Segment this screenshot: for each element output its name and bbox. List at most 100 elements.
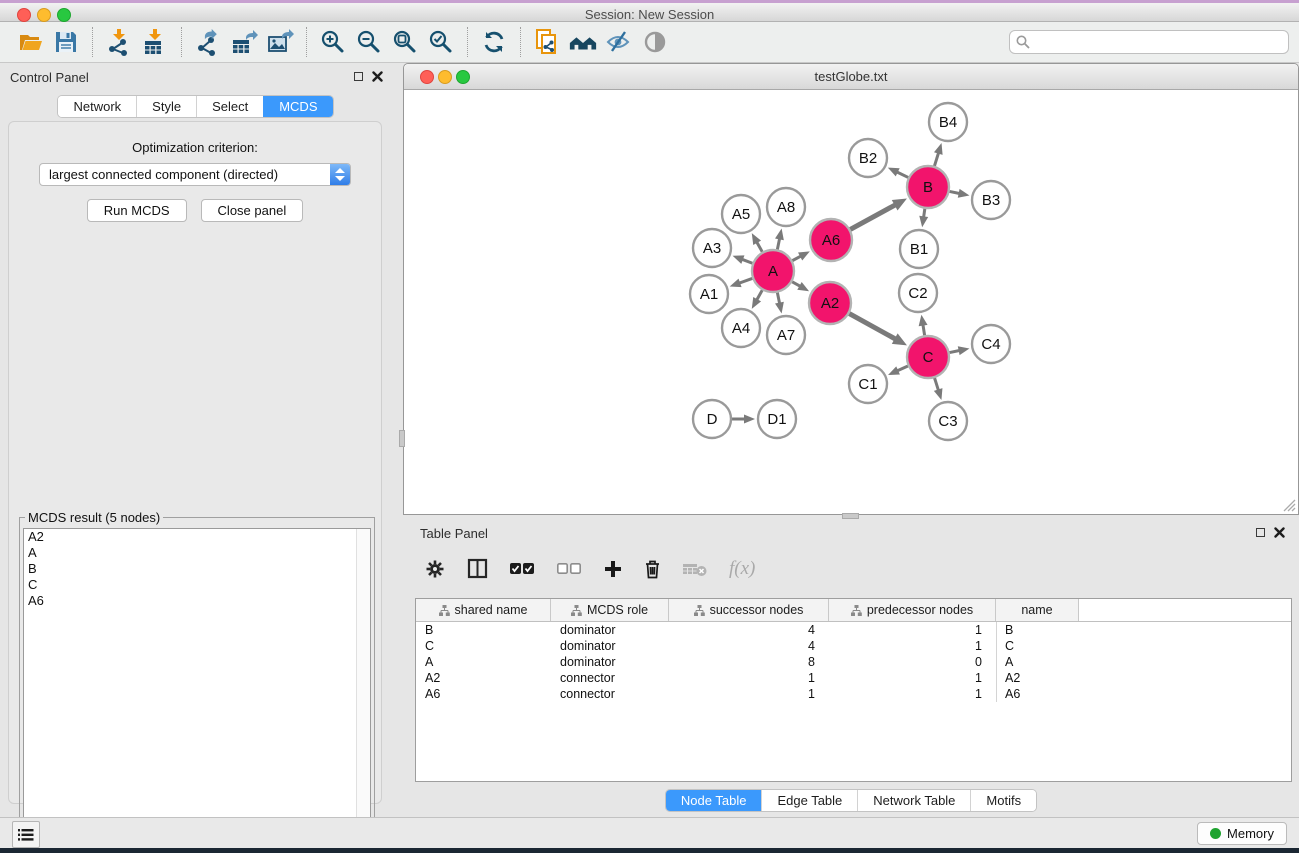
close-panel-button[interactable]: Close panel	[201, 199, 304, 222]
column-header-MCDS-role[interactable]: MCDS role	[551, 599, 669, 621]
edge-A6-B[interactable]	[850, 204, 896, 229]
zoom-in-icon[interactable]	[318, 27, 348, 57]
network-canvas[interactable]: B4 B2 B B3 A8A5 A6 A3 B1 A C2 A1 A2 A4 A7 C4 C C1 D D1 C3	[404, 90, 1298, 514]
zoom-fit-icon[interactable]	[390, 27, 420, 57]
close-panel-icon[interactable]	[372, 71, 383, 82]
import-network-icon[interactable]	[104, 27, 134, 57]
select-all-icon[interactable]	[510, 563, 535, 575]
node-C2[interactable]: C2	[899, 274, 937, 312]
node-A6[interactable]: A6	[810, 219, 852, 261]
table-row[interactable]: Adominator80A	[416, 654, 1291, 670]
edge-C-C3[interactable]	[935, 378, 939, 391]
export-image-icon[interactable]	[265, 27, 295, 57]
tab-network-table[interactable]: Network Table	[857, 790, 970, 811]
divider-grip-horizontal[interactable]	[842, 513, 859, 519]
float-panel-icon[interactable]	[354, 72, 363, 81]
zoom-out-icon[interactable]	[354, 27, 384, 57]
node-C4[interactable]: C4	[972, 325, 1010, 363]
arrowhead-icon	[733, 255, 745, 263]
node-B[interactable]: B	[907, 166, 949, 208]
node-label: A7	[777, 327, 795, 344]
toolbar-separator	[467, 27, 468, 57]
deselect-all-icon[interactable]	[557, 563, 582, 575]
node-D1[interactable]: D1	[758, 400, 796, 438]
float-panel-icon[interactable]	[1256, 528, 1265, 537]
node-B2[interactable]: B2	[849, 139, 887, 177]
table-row[interactable]: A2connector11A2	[416, 670, 1291, 686]
search-input[interactable]	[1009, 30, 1289, 54]
save-session-icon[interactable]	[51, 27, 81, 57]
function-builder-icon[interactable]: f(x)	[729, 558, 755, 580]
node-A1[interactable]: A1	[690, 275, 728, 313]
table-row[interactable]: Bdominator41B	[416, 622, 1291, 638]
table-row[interactable]: Cdominator41C	[416, 638, 1291, 654]
node-B1[interactable]: B1	[900, 230, 938, 268]
table-cell: A6	[996, 686, 1079, 702]
table-row[interactable]: A6connector11A6	[416, 686, 1291, 702]
refresh-layout-icon[interactable]	[479, 27, 509, 57]
toolbar-separator	[181, 27, 182, 57]
node-C3[interactable]: C3	[929, 402, 967, 440]
scrollbar-track[interactable]	[356, 529, 370, 839]
mcds-result-item[interactable]: B	[24, 561, 370, 577]
column-header-name[interactable]: name	[996, 599, 1079, 621]
tab-motifs[interactable]: Motifs	[970, 790, 1036, 811]
hide-panels-icon[interactable]	[604, 27, 634, 57]
tab-node-table[interactable]: Node Table	[666, 790, 762, 811]
tab-network[interactable]: Network	[58, 96, 136, 117]
node-A7[interactable]: A7	[767, 316, 805, 354]
tab-style[interactable]: Style	[136, 96, 196, 117]
task-history-button[interactable]	[12, 821, 40, 848]
zoom-selected-icon[interactable]	[426, 27, 456, 57]
show-all-networks-icon[interactable]	[568, 27, 598, 57]
show-columns-icon[interactable]	[467, 558, 488, 579]
run-mcds-button[interactable]: Run MCDS	[87, 199, 187, 222]
export-table-icon[interactable]	[229, 27, 259, 57]
node-A2[interactable]: A2	[809, 282, 851, 324]
create-column-plus-icon[interactable]	[604, 560, 622, 578]
mcds-result-item[interactable]: A	[24, 545, 370, 561]
delete-table-icon[interactable]	[683, 561, 707, 577]
edge-B-B4[interactable]	[934, 152, 938, 166]
table-settings-gear-icon[interactable]	[425, 559, 445, 579]
criterion-dropdown[interactable]: largest connected component (directed)	[39, 163, 351, 186]
node-C1[interactable]: C1	[849, 365, 887, 403]
mcds-result-item[interactable]: A6	[24, 593, 370, 609]
node-A8[interactable]: A8	[767, 188, 805, 226]
edge-A-A1[interactable]	[738, 278, 752, 283]
tab-select[interactable]: Select	[196, 96, 263, 117]
node-A4[interactable]: A4	[722, 309, 760, 347]
delete-column-trash-icon[interactable]	[644, 559, 661, 579]
node-A5[interactable]: A5	[722, 195, 760, 233]
node-label: B4	[939, 114, 957, 131]
node-A[interactable]: A	[752, 250, 794, 292]
edge-A2-C[interactable]	[849, 314, 896, 340]
tab-edge-table[interactable]: Edge Table	[761, 790, 857, 811]
close-panel-icon[interactable]	[1274, 527, 1285, 538]
edge-B-B2[interactable]	[896, 171, 908, 177]
memory-button[interactable]: Memory	[1197, 822, 1287, 845]
node-B3[interactable]: B3	[972, 181, 1010, 219]
column-header-successor-nodes[interactable]: successor nodes	[669, 599, 829, 621]
duplicate-network-icon[interactable]	[532, 27, 562, 57]
tab-mcds[interactable]: MCDS	[263, 96, 332, 117]
column-header-predecessor-nodes[interactable]: predecessor nodes	[829, 599, 996, 621]
export-network-icon[interactable]	[193, 27, 223, 57]
divider-grip-vertical[interactable]	[399, 430, 405, 447]
mcds-result-item[interactable]: C	[24, 577, 370, 593]
import-table-icon[interactable]	[140, 27, 170, 57]
table-cell: 1	[829, 622, 996, 638]
open-session-icon[interactable]	[15, 27, 45, 57]
node-A3[interactable]: A3	[693, 229, 731, 267]
mcds-result-list[interactable]: A2ABCA6	[23, 528, 371, 840]
node-D[interactable]: D	[693, 400, 731, 438]
column-header-shared-name[interactable]: shared name	[416, 599, 551, 621]
table-cell: A	[996, 654, 1079, 670]
node-C[interactable]: C	[907, 336, 949, 378]
node-B4[interactable]: B4	[929, 103, 967, 141]
network-window-titlebar[interactable]: testGlobe.txt	[404, 64, 1298, 90]
show-panels-icon[interactable]	[640, 27, 670, 57]
mcds-result-item[interactable]: A2	[24, 529, 370, 545]
resize-grip-icon[interactable]	[1280, 496, 1296, 512]
app-titlebar: Session: New Session	[0, 0, 1299, 22]
